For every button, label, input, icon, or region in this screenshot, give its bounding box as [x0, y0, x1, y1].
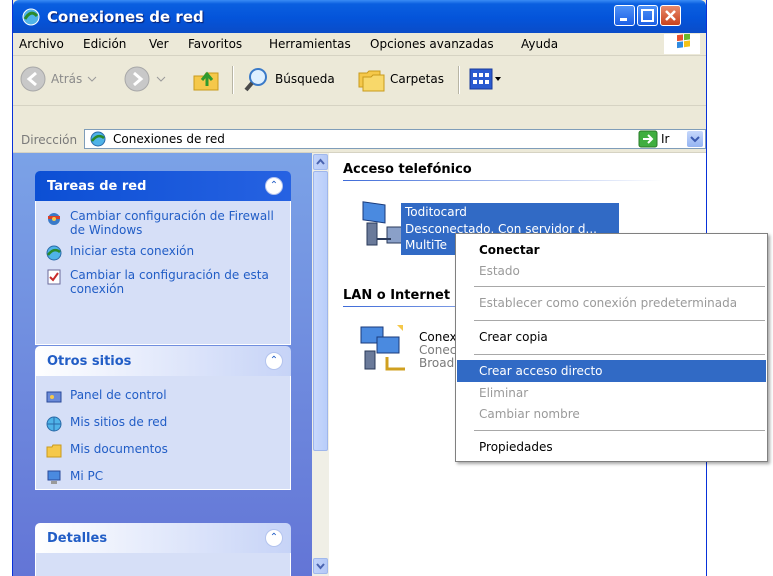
collapse-chevron-icon[interactable]: ⌃ [265, 177, 283, 195]
connect-icon [46, 245, 62, 261]
toolbar-separator [458, 66, 460, 94]
toolbar-separator [232, 66, 234, 94]
task-start-connection[interactable]: Iniciar esta conexión [46, 244, 280, 261]
chevron-up-icon [316, 158, 325, 165]
settings-icon [47, 269, 61, 285]
address-input[interactable]: Conexiones de red [84, 129, 706, 149]
menu-archivo[interactable]: Archivo [19, 37, 64, 51]
menu-favoritos[interactable]: Favoritos [188, 37, 242, 51]
menu-item-establecer-predeterminada[interactable]: Establecer como conexión predeterminada [457, 292, 766, 314]
go-arrow-icon [638, 130, 658, 148]
menu-item-cambiar-nombre[interactable]: Cambiar nombre [457, 403, 766, 425]
menu-item-propiedades[interactable]: Propiedades [457, 436, 766, 458]
dialup-connection-name: Toditocard [405, 205, 467, 219]
close-icon [665, 10, 676, 21]
menu-item-eliminar[interactable]: Eliminar [457, 382, 766, 404]
network-tasks-header[interactable]: Tareas de red ⌃ [35, 171, 291, 201]
folders-icon [358, 70, 385, 92]
network-connections-icon [90, 131, 106, 147]
firewall-icon [48, 213, 60, 225]
chevron-down-icon [87, 76, 97, 82]
task-pane: Tareas de red ⌃ Cambiar configuración de… [13, 153, 312, 576]
go-button[interactable]: Ir [638, 130, 669, 148]
chevron-down-icon [495, 77, 501, 81]
context-menu: Conectar Estado Establecer como conexión… [455, 233, 768, 462]
network-tasks-panel: Tareas de red ⌃ Cambiar configuración de… [35, 171, 291, 345]
details-panel: Detalles ⌃ [35, 523, 291, 576]
menu-herramientas[interactable]: Herramientas [269, 37, 351, 51]
search-icon [244, 68, 267, 92]
window-title: Conexiones de red [47, 8, 204, 26]
scroll-thumb[interactable] [313, 171, 328, 451]
maximize-icon [641, 9, 654, 22]
menu-item-crear-acceso-directo[interactable]: Crear acceso directo [457, 360, 766, 382]
back-button[interactable]: Atrás [19, 64, 100, 94]
menu-separator [474, 286, 765, 287]
link-my-documents[interactable]: Mis documentos [46, 442, 280, 459]
network-places-icon [46, 416, 62, 432]
link-control-panel[interactable]: Panel de control [46, 388, 280, 405]
menu-separator [474, 354, 765, 355]
forward-arrow-icon [124, 66, 150, 92]
standard-toolbar: Atrás Búsqueda Carpetas [13, 56, 706, 106]
scroll-down-button[interactable] [313, 558, 328, 574]
link-my-computer[interactable]: Mi PC [46, 469, 280, 486]
my-computer-icon [47, 470, 61, 484]
menu-item-estado[interactable]: Estado [457, 260, 766, 282]
folder-up-icon [193, 71, 219, 91]
menu-bar: Archivo Edición Ver Favoritos Herramient… [13, 33, 706, 56]
chevron-down-icon [316, 563, 325, 570]
title-bar[interactable]: Conexiones de red [13, 0, 706, 33]
lan-group-header: LAN o Internet [343, 288, 451, 303]
task-firewall[interactable]: Cambiar configuración de Firewall de Win… [46, 209, 280, 237]
menu-separator [474, 430, 765, 431]
up-folder-button[interactable] [191, 64, 221, 94]
lan-connection-icon[interactable] [357, 321, 413, 377]
address-dropdown-button[interactable] [687, 131, 703, 147]
link-network-places[interactable]: Mis sitios de red [46, 415, 280, 432]
menu-separator [474, 320, 765, 321]
collapse-chevron-icon[interactable]: ⌃ [265, 352, 283, 370]
minimize-icon [620, 18, 627, 21]
documents-folder-icon [46, 444, 62, 458]
windows-logo-icon [664, 33, 700, 54]
dialup-group-header: Acceso telefónico [343, 162, 472, 177]
minimize-button[interactable] [614, 5, 635, 26]
forward-button[interactable] [123, 64, 169, 94]
menu-item-conectar[interactable]: Conectar [457, 239, 766, 261]
address-bar: Dirección Conexiones de red Ir [13, 126, 706, 153]
menu-ver[interactable]: Ver [149, 37, 169, 51]
collapse-chevron-icon[interactable]: ⌃ [265, 529, 283, 547]
menu-opciones-avanzadas[interactable]: Opciones avanzadas [370, 37, 494, 51]
views-button[interactable] [469, 64, 503, 94]
back-arrow-icon [20, 66, 46, 92]
task-change-settings[interactable]: Cambiar la configuración de esta conexió… [46, 268, 280, 296]
lan-connection-device: Broad [419, 356, 455, 370]
other-places-header[interactable]: Otros sitios ⌃ [35, 346, 291, 376]
menu-ayuda[interactable]: Ayuda [521, 37, 558, 51]
menu-item-crear-copia[interactable]: Crear copia [457, 326, 766, 348]
network-connections-icon [22, 8, 40, 26]
search-button[interactable]: Búsqueda [243, 64, 335, 94]
maximize-button[interactable] [637, 5, 658, 26]
control-panel-icon [46, 391, 62, 403]
chevron-down-icon [690, 136, 700, 143]
folders-button[interactable]: Carpetas [356, 64, 444, 94]
task-pane-scrollbar[interactable] [312, 153, 329, 576]
group-divider [343, 180, 663, 181]
dialup-connection-device: MultiTe [405, 238, 448, 252]
other-places-panel: Otros sitios ⌃ Panel de control Mis siti… [35, 346, 291, 490]
chevron-down-icon [156, 76, 166, 82]
details-header[interactable]: Detalles ⌃ [35, 523, 291, 553]
scroll-up-button[interactable] [313, 154, 328, 170]
close-button[interactable] [660, 5, 681, 26]
views-icon [469, 68, 493, 90]
menu-edicion[interactable]: Edición [83, 37, 126, 51]
address-label: Dirección [21, 133, 78, 147]
